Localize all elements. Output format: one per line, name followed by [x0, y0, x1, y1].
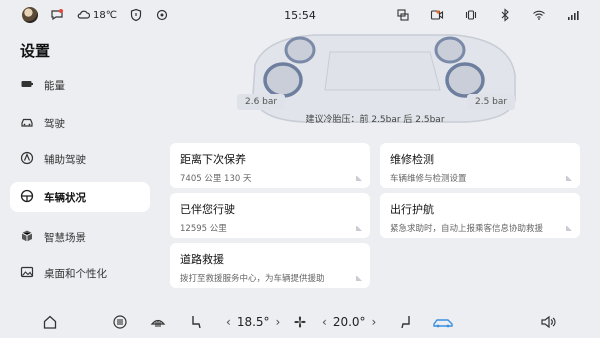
temp-decrease-left[interactable]: ‹: [226, 315, 231, 329]
settings-sidebar: 设置 能量 驾驶 辅助驾驶 车辆状况 智慧场景 桌面和个性化: [0, 30, 160, 302]
left-tire-pressure: 2.6 bar: [237, 94, 286, 110]
seat-heat-left-icon[interactable]: [188, 314, 204, 330]
card-title: 出行护航: [390, 203, 434, 216]
passenger-temperature-control[interactable]: ‹ 20.0° ›: [322, 315, 376, 329]
rear-defrost-icon[interactable]: [112, 314, 128, 330]
temp-decrease-right[interactable]: ‹: [322, 315, 327, 329]
weather-temperature: 18℃: [93, 9, 117, 21]
cube-icon: [20, 229, 34, 246]
wifi-icon[interactable]: [532, 8, 546, 22]
travel-escort-card[interactable]: 出行护航 紧急求助时，自动上报乘客信息协助救援: [380, 193, 580, 238]
corner-indicator-icon: [356, 225, 362, 231]
card-title: 距离下次保养: [180, 153, 246, 166]
volume-icon[interactable]: [540, 314, 556, 330]
corner-indicator-icon: [566, 175, 572, 181]
maintenance-card[interactable]: 距离下次保养 7405 公里 130 天: [170, 143, 370, 188]
sidebar-item-driving[interactable]: 驾驶: [10, 108, 150, 138]
shield-icon[interactable]: [129, 8, 143, 22]
passenger-temperature: 20.0°: [332, 315, 366, 329]
card-subtitle: 12595 公里: [180, 224, 227, 234]
assist-drive-icon: [20, 151, 34, 168]
tire-pressure-suggestion: 建议冷胎压：前 2.5bar 后 2.5bar: [305, 115, 445, 125]
sidebar-item-assisted-driving[interactable]: 辅助驾驶: [10, 144, 150, 174]
vehicle-signal-icon[interactable]: [464, 8, 478, 22]
fan-icon[interactable]: [292, 314, 308, 330]
car-icon: [20, 115, 34, 132]
repair-inspection-card[interactable]: 维修检测 车辆维修与检测设置: [380, 143, 580, 188]
home-icon[interactable]: [42, 314, 58, 330]
sidebar-item-label: 桌面和个性化: [44, 267, 107, 280]
sidebar-item-smart-scenes[interactable]: 智慧场景: [10, 222, 150, 252]
sidebar-item-desktop-personalization[interactable]: 桌面和个性化: [10, 258, 150, 288]
right-tire-pressure: 2.5 bar: [467, 94, 516, 110]
vehicle-control-icon[interactable]: [432, 314, 454, 330]
corner-indicator-icon: [566, 225, 572, 231]
card-subtitle: 紧急求助时，自动上报乘客信息协助救援: [390, 224, 544, 234]
dashcam-icon[interactable]: [430, 8, 444, 22]
vehicle-status-icon: [20, 189, 34, 206]
bottom-dock: ‹ 18.5° › ‹ 20.0° ›: [0, 306, 600, 338]
front-defrost-icon[interactable]: [150, 314, 166, 330]
mileage-card[interactable]: 已伴您行驶 12595 公里: [170, 193, 370, 238]
card-title: 已伴您行驶: [180, 203, 235, 216]
temp-increase-right[interactable]: ›: [372, 315, 377, 329]
card-title: 道路救援: [180, 253, 224, 266]
card-subtitle: 拨打至救援服务中心，为车辆提供援助: [180, 274, 325, 284]
card-subtitle: 7405 公里 130 天: [180, 174, 252, 184]
status-bar: 18℃ 15:54: [0, 0, 600, 30]
corner-indicator-icon: [356, 175, 362, 181]
bluetooth-icon[interactable]: [498, 8, 512, 22]
sidebar-item-vehicle-status[interactable]: 车辆状况: [10, 182, 150, 212]
cloud-icon: [76, 8, 90, 22]
sidebar-item-energy[interactable]: 能量: [10, 70, 150, 100]
sidebar-item-label: 辅助驾驶: [44, 153, 86, 166]
temp-increase-left[interactable]: ›: [276, 315, 281, 329]
driver-temperature: 18.5°: [236, 315, 270, 329]
screen-mirror-icon[interactable]: [396, 8, 410, 22]
page-title: 设置: [20, 42, 51, 60]
battery-icon: [20, 77, 34, 94]
sidebar-item-label: 能量: [44, 79, 65, 92]
sync-icon[interactable]: [155, 8, 169, 22]
card-subtitle: 车辆维修与检测设置: [390, 174, 467, 184]
sidebar-item-label: 车辆状况: [44, 191, 86, 204]
card-title: 维修检测: [390, 153, 434, 166]
avatar[interactable]: [22, 7, 38, 23]
seat-heat-right-icon[interactable]: [398, 314, 414, 330]
image-icon: [20, 265, 34, 282]
road-rescue-card[interactable]: 道路救援 拨打至救援服务中心，为车辆提供援助: [170, 243, 370, 288]
driver-temperature-control[interactable]: ‹ 18.5° ›: [226, 315, 280, 329]
signal-icon: [566, 8, 580, 22]
message-icon[interactable]: [50, 8, 64, 22]
sidebar-item-label: 智慧场景: [44, 231, 86, 244]
sidebar-item-label: 驾驶: [44, 117, 65, 130]
corner-indicator-icon: [356, 275, 362, 281]
